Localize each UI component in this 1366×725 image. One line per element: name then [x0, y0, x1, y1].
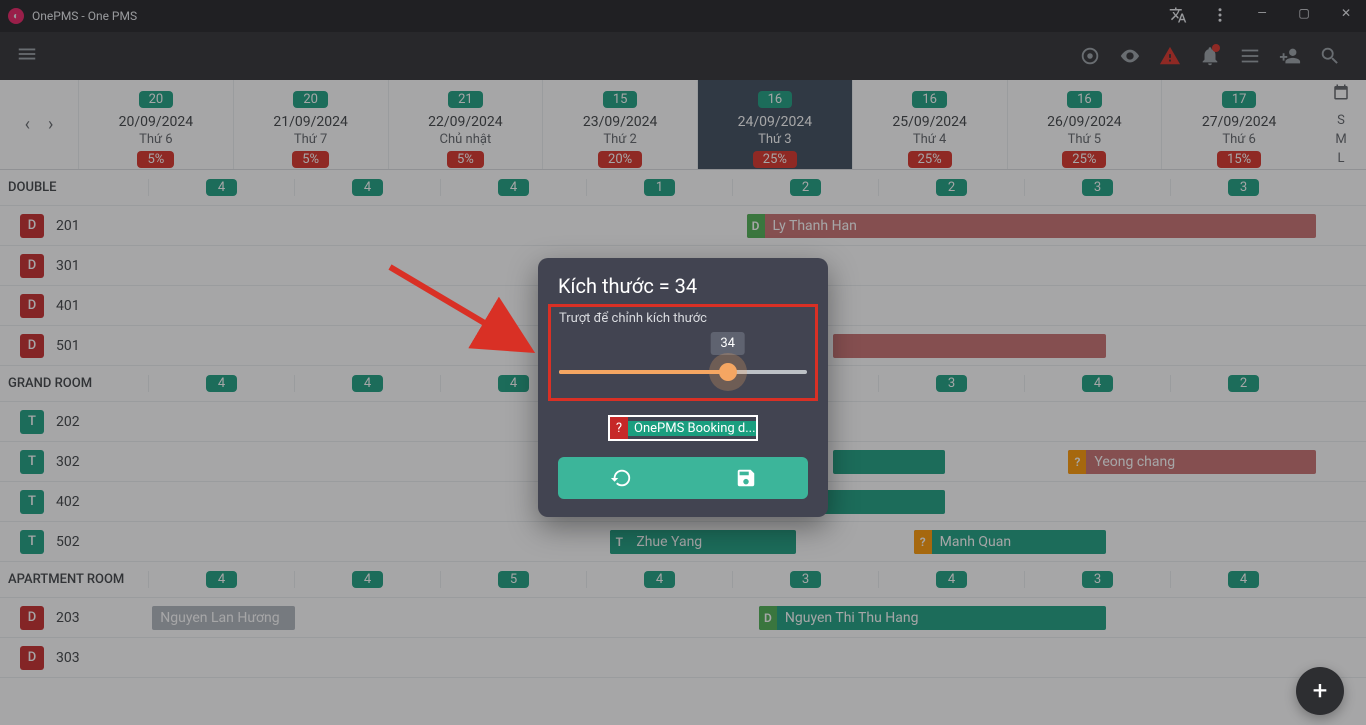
- dialog-highlight-box: Trượt để chỉnh kích thước 34: [548, 304, 818, 401]
- reset-button[interactable]: [558, 457, 683, 499]
- dialog-title: Kích thước = 34: [558, 274, 808, 298]
- size-dialog: Kích thước = 34 Trượt để chỉnh kích thướ…: [538, 258, 828, 517]
- slider-track[interactable]: [559, 370, 807, 374]
- preview-tag: ?: [610, 417, 628, 439]
- slider-thumb[interactable]: [719, 363, 737, 381]
- dialog-subtitle: Trượt để chỉnh kích thước: [559, 311, 807, 326]
- save-button[interactable]: [683, 457, 808, 499]
- slider-tooltip: 34: [710, 332, 745, 355]
- size-slider[interactable]: 34: [559, 336, 807, 384]
- fab-add-button[interactable]: +: [1296, 667, 1344, 715]
- slider-fill: [559, 370, 728, 374]
- dialog-actions: [558, 457, 808, 499]
- booking-preview: ? OnePMS Booking d...: [608, 415, 758, 441]
- preview-text: OnePMS Booking d...: [628, 421, 756, 436]
